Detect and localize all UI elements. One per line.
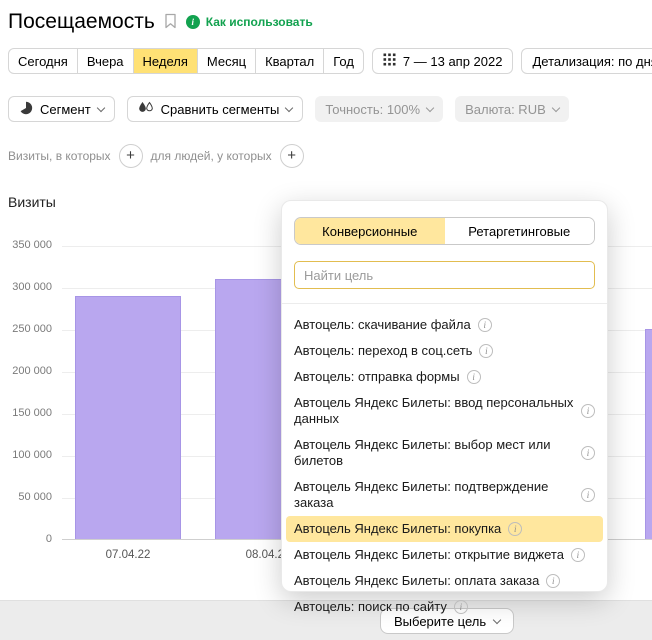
- period-tab-year[interactable]: Год: [324, 48, 364, 74]
- goal-list-item-highlighted[interactable]: Автоцель Яндекс Билеты: покупка i: [286, 516, 603, 542]
- add-people-filter-button[interactable]: +: [280, 144, 304, 168]
- goal-list-item[interactable]: Автоцель: поиск по сайту i: [286, 594, 603, 620]
- plus-icon: +: [126, 148, 135, 163]
- info-icon[interactable]: i: [467, 370, 481, 384]
- goal-list-item[interactable]: Автоцель Яндекс Билеты: выбор мест или б…: [286, 432, 603, 474]
- segment-toolbar: Сегмент Сравнить сегменты Точность: 100%…: [8, 96, 652, 122]
- how-to-use-link[interactable]: i Как использовать: [186, 15, 313, 29]
- accuracy-button[interactable]: Точность: 100%: [315, 96, 443, 122]
- chevron-down-icon: [552, 103, 560, 111]
- y-tick-label: 200 000: [0, 365, 52, 377]
- detail-label: Детализация: по дням: [532, 54, 652, 69]
- goal-list-item[interactable]: Автоцель Яндекс Билеты: открытие виджета…: [286, 542, 603, 568]
- period-tab-quarter[interactable]: Квартал: [256, 48, 324, 74]
- y-tick-label: 350 000: [0, 239, 52, 251]
- info-icon[interactable]: i: [479, 344, 493, 358]
- page-title: Посещаемость: [8, 10, 155, 34]
- period-toolbar: Сегодня Вчера Неделя Месяц Квартал Год 7…: [8, 48, 652, 74]
- info-icon[interactable]: i: [478, 318, 492, 332]
- info-icon[interactable]: i: [581, 446, 595, 460]
- people-filter-label: для людей, у которых: [151, 149, 272, 163]
- visits-filter-label: Визиты, в которых: [8, 149, 111, 163]
- currency-button[interactable]: Валюта: RUB: [455, 96, 569, 122]
- goal-list-item[interactable]: Автоцель: отправка формы i: [286, 364, 603, 390]
- period-tab-yesterday[interactable]: Вчера: [78, 48, 134, 74]
- metrica-traffic-page: Посещаемость i Как использовать Сегодня …: [0, 0, 652, 596]
- y-tick-label: 100 000: [0, 449, 52, 461]
- divider: [282, 303, 607, 304]
- how-to-use-label: Как использовать: [206, 15, 313, 29]
- goal-search-input[interactable]: [294, 261, 595, 289]
- chevron-down-icon: [426, 103, 434, 111]
- y-tick-label: 150 000: [0, 407, 52, 419]
- info-icon[interactable]: i: [508, 522, 522, 536]
- info-icon[interactable]: i: [571, 548, 585, 562]
- chevron-down-icon: [96, 103, 104, 111]
- x-tick-label: 07.04.22: [75, 549, 181, 561]
- y-tick-label: 0: [0, 533, 52, 545]
- goal-select-popup: Конверсионные Ретаргетинговые Автоцель: …: [281, 200, 608, 592]
- segment-button[interactable]: Сегмент: [8, 96, 115, 122]
- bookmark-button[interactable]: [164, 13, 177, 32]
- info-icon[interactable]: i: [581, 404, 595, 418]
- compare-drops-icon: [138, 101, 154, 117]
- add-visit-filter-button[interactable]: +: [119, 144, 143, 168]
- goal-list-item[interactable]: Автоцель: переход в соц.сеть i: [286, 338, 603, 364]
- compare-segments-button[interactable]: Сравнить сегменты: [127, 96, 304, 122]
- currency-label: Валюта: RUB: [465, 102, 546, 117]
- info-icon: i: [186, 15, 200, 29]
- goal-popup-tabs: Конверсионные Ретаргетинговые: [294, 217, 595, 245]
- filter-toolbar: Визиты, в которых + для людей, у которых…: [8, 144, 652, 168]
- info-icon[interactable]: i: [454, 600, 468, 614]
- period-tab-today[interactable]: Сегодня: [8, 48, 78, 74]
- tab-retargeting-goals[interactable]: Ретаргетинговые: [445, 218, 595, 244]
- bookmark-icon: [164, 13, 177, 32]
- segment-label: Сегмент: [40, 102, 91, 117]
- accuracy-label: Точность: 100%: [325, 102, 420, 117]
- y-tick-label: 300 000: [0, 281, 52, 293]
- period-tab-week[interactable]: Неделя: [134, 48, 198, 74]
- date-range-label: 7 — 13 апр 2022: [403, 54, 503, 69]
- goal-list-item[interactable]: Автоцель Яндекс Билеты: ввод персональны…: [286, 390, 603, 432]
- detail-dropdown[interactable]: Детализация: по дням: [521, 48, 652, 74]
- pie-segment-icon: [19, 101, 33, 118]
- chevron-down-icon: [285, 103, 293, 111]
- info-icon[interactable]: i: [581, 488, 595, 502]
- period-tab-month[interactable]: Месяц: [198, 48, 256, 74]
- info-icon[interactable]: i: [546, 574, 560, 588]
- page-header: Посещаемость i Как использовать: [0, 0, 652, 34]
- bar[interactable]: [75, 296, 181, 539]
- date-range-picker[interactable]: 7 — 13 апр 2022: [372, 48, 514, 74]
- plus-icon: +: [287, 148, 296, 163]
- y-tick-label: 50 000: [0, 491, 52, 503]
- goal-list-item[interactable]: Автоцель Яндекс Билеты: оплата заказа i: [286, 568, 603, 594]
- goal-list-item[interactable]: Автоцель: скачивание файла i: [286, 312, 603, 338]
- goal-list: Автоцель: скачивание файла i Автоцель: п…: [282, 312, 607, 620]
- bar[interactable]: [645, 329, 652, 539]
- period-tabs: Сегодня Вчера Неделя Месяц Квартал Год: [8, 48, 364, 74]
- calendar-icon: [383, 53, 396, 69]
- y-tick-label: 250 000: [0, 323, 52, 335]
- goal-list-item[interactable]: Автоцель Яндекс Билеты: подтверждение за…: [286, 474, 603, 516]
- compare-segments-label: Сравнить сегменты: [161, 102, 280, 117]
- tab-conversion-goals[interactable]: Конверсионные: [295, 218, 445, 244]
